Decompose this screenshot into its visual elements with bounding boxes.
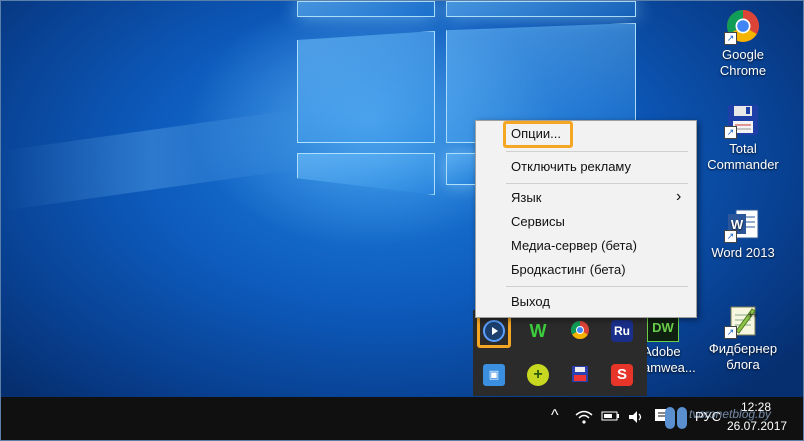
context-menu: Опции... Отключить рекламу Язык › Сервис… [475,120,697,318]
desktop-icon-feedburner[interactable]: ++ ↗ Фидбернер блога [698,303,788,373]
desktop-icon-chrome[interactable]: ↗ Google Chrome [698,9,788,79]
options-highlight [503,121,573,148]
word-icon: W ↗ [724,207,760,243]
menu-item-language[interactable]: Язык [511,188,541,208]
taskbar: ^ РУС tvoronetblog.by 12:28 26.07.2017 [1,397,803,440]
menu-item-media-server[interactable]: Медиа-сервер (бета) [511,236,637,256]
desktop-icon-label: Total Commander [707,141,779,172]
clock-date[interactable]: 26.07.2017 [727,419,787,433]
snagit-icon[interactable]: S [611,364,633,386]
watermark-figure [665,407,675,429]
chrome-icon: ↗ [724,9,760,45]
desktop-icon-label: Word 2013 [711,245,775,260]
desktop-icon-word[interactable]: W ↗ Word 2013 [698,207,788,261]
clock-time[interactable]: 12:28 [741,400,771,414]
desktop-icon-label: Фидбернер блога [708,341,778,372]
shortcut-arrow-icon: ↗ [724,126,737,139]
desktop-icon-label: Google Chrome [719,47,767,78]
watermark-figure [677,407,687,429]
plus-icon[interactable]: + [527,364,549,386]
shortcut-arrow-icon: ↗ [724,230,737,243]
desktop-icon-label: Adobe [643,344,681,359]
menu-separator [506,183,688,184]
show-hidden-icons-button[interactable]: ^ [551,407,559,425]
ru-icon[interactable]: Ru [611,320,633,342]
dreamweaver-icon: DW [647,314,679,342]
wifi-icon[interactable] [575,410,593,427]
shortcut-arrow-icon: ↗ [724,32,737,45]
desktop-background: ↗ Google Chrome ↗ Total Commander W ↗ Wo… [0,0,804,441]
desktop-icon-dreamweaver-partial[interactable]: DW Adobe amwea... [641,314,701,384]
submenu-arrow-icon: › [676,188,682,205]
app-icon[interactable]: ▣ [483,364,505,386]
menu-item-disable-ads[interactable]: Отключить рекламу [511,157,631,177]
menu-item-exit[interactable]: Выход [511,292,550,312]
desktop-icon-total-commander[interactable]: ↗ Total Commander [698,103,788,173]
menu-item-broadcasting[interactable]: Бродкастинг (бета) [511,260,626,280]
notepad-plus-icon: ++ ↗ [724,303,760,339]
shortcut-arrow-icon: ↗ [724,326,737,339]
menu-separator [506,286,688,287]
battery-icon[interactable] [601,410,621,425]
svg-text:++: ++ [748,310,758,319]
menu-separator [506,151,688,152]
tray-overflow-panel: W Ru ▣ + S [473,310,647,396]
wunderlist-icon[interactable]: W [527,320,549,342]
menu-item-services[interactable]: Сервисы [511,212,565,232]
floppy-icon[interactable] [569,364,591,386]
mediaget-highlight [477,313,511,348]
volume-icon[interactable] [627,409,645,428]
chrome-icon[interactable] [569,320,591,342]
desktop-icon-label: amwea... [643,360,696,375]
floppy-icon: ↗ [724,103,760,139]
